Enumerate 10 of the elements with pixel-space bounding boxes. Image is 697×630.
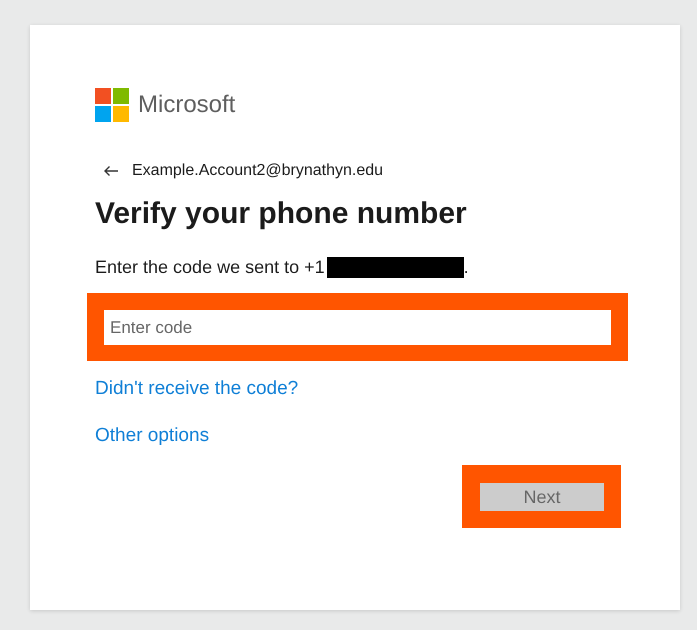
code-input-field[interactable]: Enter code [104,310,611,345]
back-arrow-icon[interactable] [103,165,119,177]
link[interactable]: Didn't receive the code? [95,378,298,400]
page-title: Verify your phone number [95,197,468,231]
instruction-text: Enter the code we sent to +1 [95,257,325,278]
microsoft-logo-icon [95,88,129,122]
link[interactable]: Other options [95,425,210,447]
period-text: . [464,257,469,278]
brand-name: Microsoft [138,91,236,119]
account-email: Example.Account2@brynathyn.edu [132,162,384,180]
